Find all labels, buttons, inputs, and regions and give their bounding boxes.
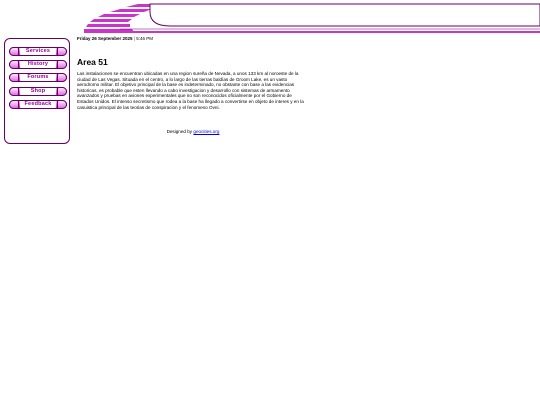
- geocities-link[interactable]: geocities.org: [193, 129, 219, 134]
- current-time: 5:46 PM: [136, 36, 153, 41]
- header-banner: [84, 3, 540, 33]
- sidebar: Services History Forums Shop Feedback: [4, 38, 70, 144]
- current-date: Friday 26 September 2025: [77, 36, 133, 41]
- nav-button-forums[interactable]: Forums: [9, 73, 67, 82]
- nav-button-label: Services: [20, 48, 56, 55]
- nav-button-services[interactable]: Services: [9, 47, 67, 56]
- button-cap-left: [9, 60, 19, 69]
- button-cap-right: [57, 87, 67, 96]
- button-cap-right: [57, 100, 67, 109]
- button-cap-left: [9, 100, 19, 109]
- button-cap-right: [57, 73, 67, 82]
- designer-credit: Designed by geocities.org: [77, 129, 309, 134]
- article-paragraph: Las instalaciones se encuentran ubicadas…: [77, 71, 304, 110]
- nav-button-label: History: [20, 61, 56, 68]
- credit-prefix: Designed by: [166, 129, 193, 134]
- button-cap-right: [57, 47, 67, 56]
- button-cap-left: [9, 87, 19, 96]
- nav-button-feedback[interactable]: Feedback: [9, 100, 67, 109]
- button-cap-left: [9, 73, 19, 82]
- nav-button-shop[interactable]: Shop: [9, 87, 67, 96]
- nav-button-label: Forums: [20, 74, 56, 81]
- date-time-line: Friday 26 September 2025 | 5:46 PM: [77, 36, 153, 41]
- page-title: Area 51: [77, 57, 108, 67]
- date-separator: |: [133, 36, 135, 41]
- banner-bar: [149, 3, 540, 27]
- button-cap-right: [57, 60, 67, 69]
- nav-button-history[interactable]: History: [9, 60, 67, 69]
- nav-button-label: Feedback: [20, 101, 56, 108]
- button-cap-left: [9, 47, 19, 56]
- nav-button-label: Shop: [20, 88, 56, 95]
